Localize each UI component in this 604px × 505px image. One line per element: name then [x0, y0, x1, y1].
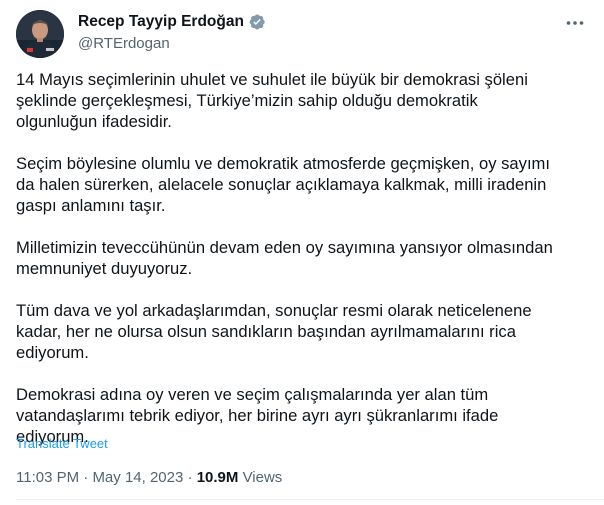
tweet-text: 14 Mayıs seçimlerinin uhulet ve suhulet … [16, 69, 576, 447]
tweet-time[interactable]: 11:03 PM [16, 469, 79, 486]
tweet-paragraph: Tüm dava ve yol arkadaşlarımdan, sonuçla… [16, 301, 532, 362]
more-options-icon[interactable] [564, 12, 586, 34]
meta-separator: · [83, 469, 89, 486]
tweet-date[interactable]: May 14, 2023 [92, 469, 183, 486]
author-info: Recep Tayyip Erdoğan @RTErdogan [78, 11, 266, 52]
tweet-header: Recep Tayyip Erdoğan @RTErdogan [16, 8, 588, 60]
translate-tweet-link[interactable]: Translate Tweet [16, 436, 108, 451]
divider [16, 499, 604, 500]
author-display-name[interactable]: Recep Tayyip Erdoğan [78, 13, 244, 31]
tweet-paragraph: Seçim böylesine olumlu ve demokratik atm… [16, 154, 550, 215]
views-count[interactable]: 10.9M [197, 469, 239, 486]
views-label: Views [242, 469, 283, 486]
meta-separator: · [187, 469, 193, 486]
tweet-meta: 11:03 PM · May 14, 2023 · 10.9M Views [16, 469, 282, 486]
avatar-portrait-icon [16, 10, 64, 58]
verified-badge-icon[interactable] [248, 13, 266, 31]
tweet-paragraph: Milletimizin teveccühünün devam eden oy … [16, 238, 553, 278]
tweet-card: Recep Tayyip Erdoğan @RTErdogan 14 Mayıs… [0, 0, 604, 505]
tweet-paragraph: 14 Mayıs seçimlerinin uhulet ve suhulet … [16, 70, 528, 131]
author-name-row: Recep Tayyip Erdoğan [78, 11, 266, 33]
author-handle[interactable]: @RTErdogan [78, 35, 266, 52]
avatar[interactable] [16, 10, 64, 58]
